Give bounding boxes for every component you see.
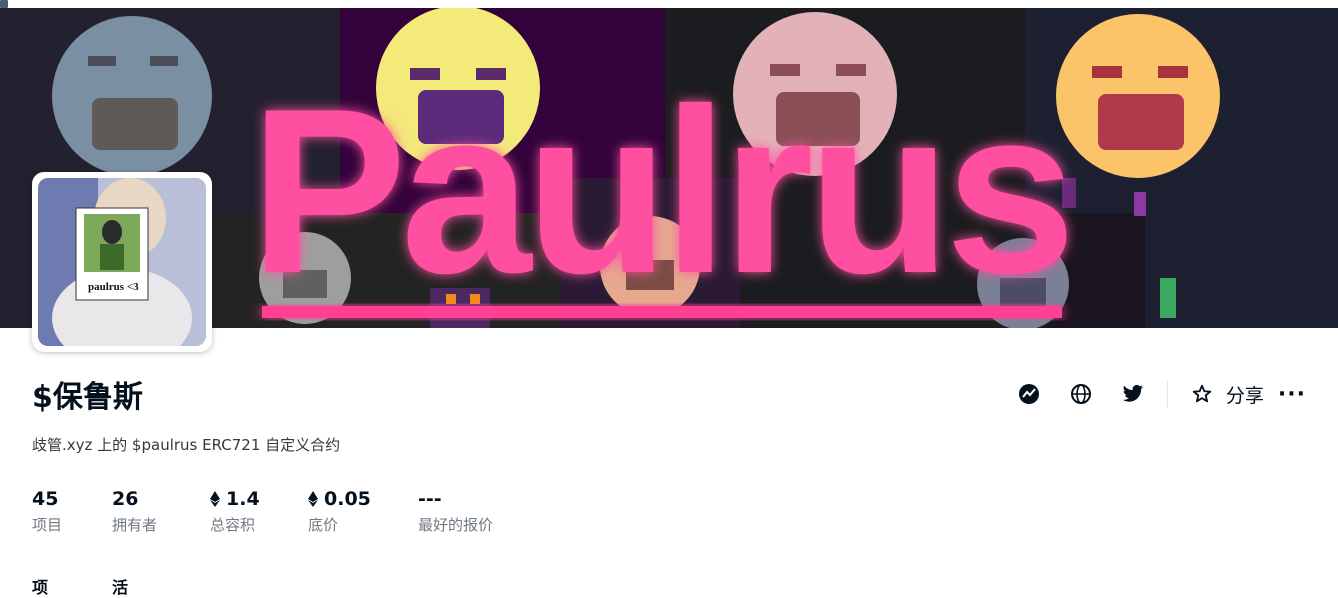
stat-value: 1.4 [226, 488, 260, 510]
more-icon[interactable]: ··· [1278, 382, 1306, 407]
stat-label: 总容积 [210, 516, 256, 534]
actions-divider [1166, 380, 1168, 408]
collection-avatar[interactable]: paulrus <3 [32, 172, 212, 352]
avatar-image: paulrus <3 [38, 178, 206, 346]
star-icon [1192, 384, 1212, 403]
favorite-button[interactable] [1184, 378, 1220, 410]
stat-value: 45 [32, 488, 59, 510]
globe-icon [1070, 384, 1091, 404]
stat-value: --- [418, 488, 442, 510]
stat-items[interactable]: 45 项目 [32, 488, 62, 535]
tab-items[interactable]: 项 [32, 574, 48, 598]
stat-label: 最好的报价 [418, 516, 494, 534]
stat-label: 底价 [308, 516, 339, 534]
avatar-caption: paulrus <3 [88, 281, 139, 293]
banner-underline [262, 306, 1062, 318]
ethereum-icon [210, 491, 220, 507]
activity-icon [1018, 384, 1039, 404]
website-button[interactable] [1063, 378, 1099, 410]
ethereum-icon [308, 491, 318, 507]
stat-label: 拥有者 [112, 516, 158, 534]
stat-floor-price[interactable]: 0.05 底价 [308, 488, 371, 535]
stat-label: 项目 [32, 516, 63, 534]
emoji-face-blue [52, 16, 212, 176]
collection-title: $保鲁斯 [32, 380, 143, 415]
stat-total-volume[interactable]: 1.4 总容积 [210, 488, 260, 535]
top-bar [0, 0, 1338, 8]
emoji-face-orange [1056, 14, 1220, 178]
tab-activity[interactable]: 活 [112, 574, 128, 598]
share-button[interactable]: 分享 [1226, 381, 1264, 408]
collection-description: 歧管.xyz 上的 $paulrus ERC721 自定义合约 [32, 436, 341, 454]
twitter-icon [1122, 385, 1143, 402]
stat-value: 0.05 [324, 488, 371, 510]
banner-title: Paulrus [250, 59, 1070, 322]
twitter-button[interactable] [1115, 378, 1151, 410]
stat-best-offer[interactable]: --- 最好的报价 [418, 488, 493, 535]
activity-button[interactable] [1011, 378, 1047, 410]
stat-owners[interactable]: 26 拥有者 [112, 488, 157, 535]
stat-value: 26 [112, 488, 139, 510]
collection-actions: 分享 ··· [995, 378, 1306, 410]
corner-indicator [0, 0, 8, 8]
